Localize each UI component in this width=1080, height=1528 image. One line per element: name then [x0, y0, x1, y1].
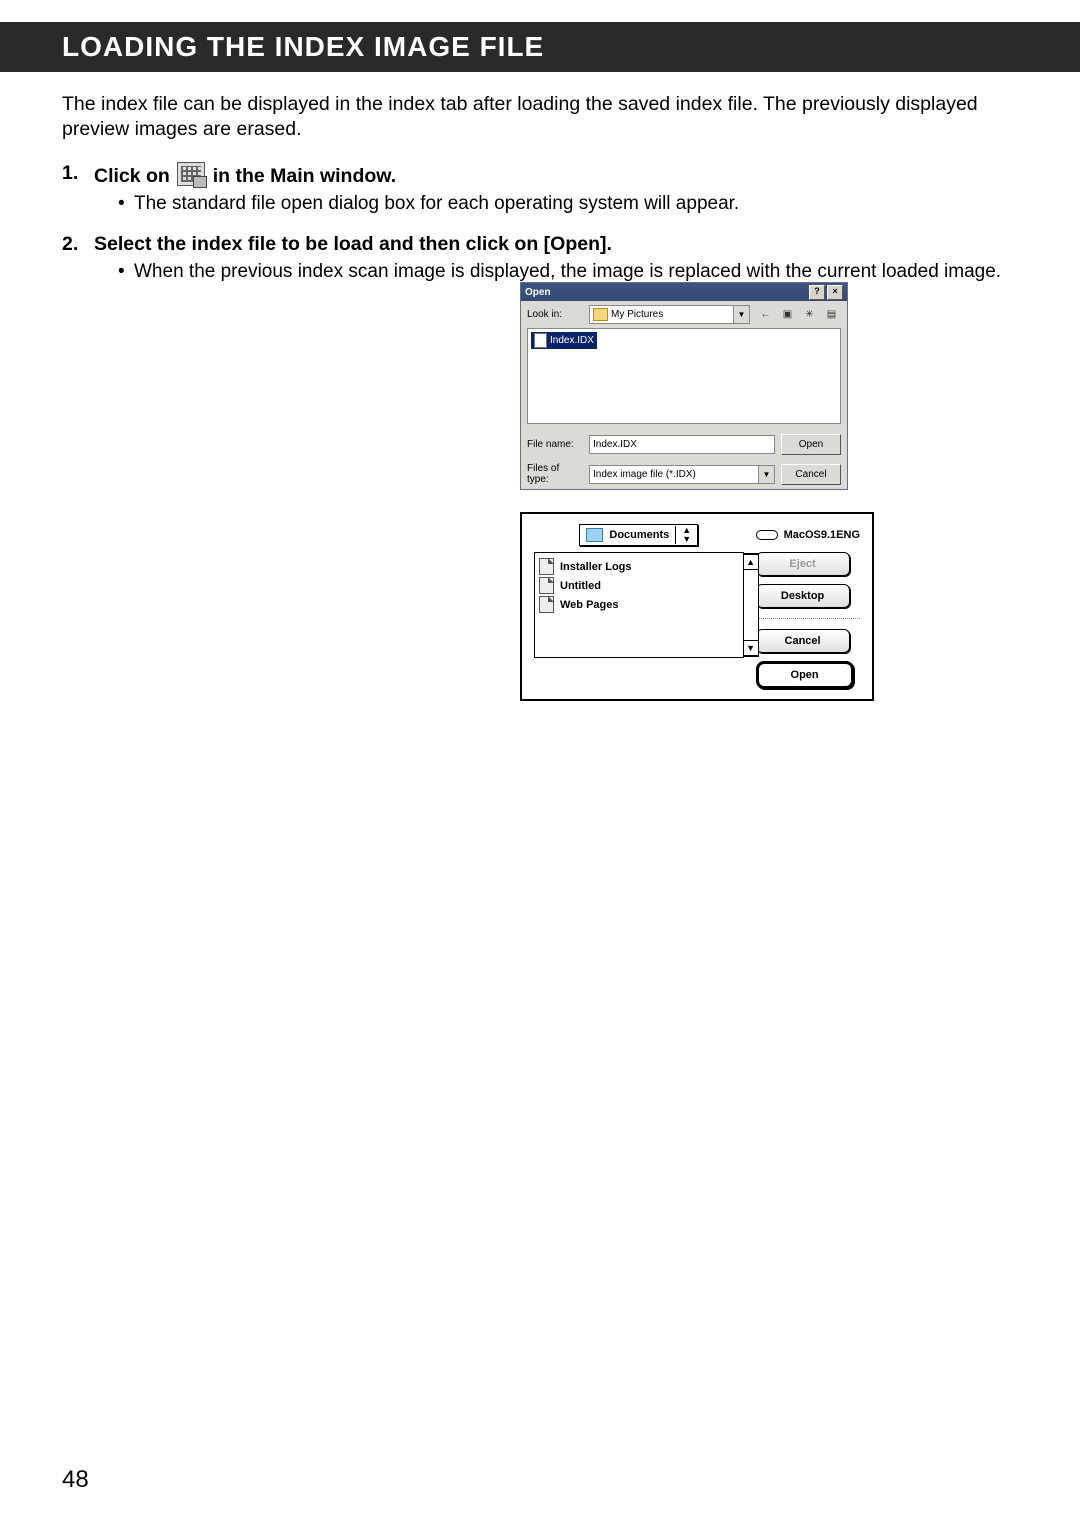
scroll-down-icon[interactable]: ▼: [744, 640, 758, 656]
new-folder-icon[interactable]: ✳: [800, 305, 819, 324]
list-item-label: Untitled: [560, 580, 601, 592]
step1-text-before: Click on: [94, 165, 175, 187]
cancel-button-label: Cancel: [785, 635, 821, 647]
document-icon: [534, 333, 547, 348]
cancel-button[interactable]: Cancel: [781, 464, 841, 485]
up-down-icon: ▲▼: [675, 526, 691, 544]
file-name-input[interactable]: Index.IDX: [589, 435, 775, 454]
chevron-down-icon[interactable]: ▼: [758, 466, 774, 483]
folder-icon: [593, 308, 608, 321]
file-name-value: Index.IDX: [593, 439, 637, 450]
eject-button-label: Eject: [789, 558, 815, 570]
eject-button[interactable]: Eject: [756, 552, 850, 576]
step2-bullet: When the previous index scan image is di…: [118, 260, 1018, 285]
disk-label: MacOS9.1ENG: [756, 524, 860, 546]
document-icon: [539, 558, 554, 575]
selected-file-item[interactable]: Index.IDX: [531, 332, 597, 349]
page-number: 48: [62, 1466, 89, 1494]
chevron-down-icon[interactable]: ▼: [733, 306, 749, 323]
desktop-button[interactable]: Desktop: [756, 584, 850, 608]
back-icon[interactable]: ←: [756, 305, 775, 324]
selected-file-label: Index.IDX: [550, 335, 594, 346]
folder-icon: [586, 528, 603, 542]
list-item[interactable]: Web Pages: [539, 595, 739, 614]
cancel-button-label: Cancel: [795, 469, 826, 480]
mac-file-list[interactable]: Installer Logs Untitled Web Pages ▲ ▼: [534, 552, 744, 658]
folder-popup[interactable]: Documents ▲▼: [579, 524, 698, 546]
close-button[interactable]: ×: [827, 285, 843, 300]
list-item[interactable]: Installer Logs: [539, 557, 739, 576]
page-title: LOADING THE INDEX IMAGE FILE: [0, 22, 1080, 72]
look-in-value: My Pictures: [611, 309, 663, 320]
step2-text: Select the index file to be load and the…: [94, 233, 1018, 256]
open-button[interactable]: Open: [756, 661, 854, 689]
open-button-label: Open: [799, 439, 823, 450]
step1-number: 1.: [62, 162, 94, 185]
file-list[interactable]: Index.IDX: [527, 328, 841, 424]
scrollbar[interactable]: ▲ ▼: [743, 553, 759, 657]
document-icon: [539, 577, 554, 594]
scroll-up-icon[interactable]: ▲: [744, 554, 758, 570]
views-icon[interactable]: ▤: [822, 305, 841, 324]
look-in-label: Look in:: [527, 309, 583, 320]
step1-bullet: The standard file open dialog box for ea…: [118, 192, 1018, 217]
windows-open-dialog: Open ? × Look in: My Pictures ▼ ← ▣ ✳ ▤: [520, 282, 848, 490]
document-icon: [539, 596, 554, 613]
files-of-type-label: Files of type:: [527, 463, 583, 485]
files-of-type-combo[interactable]: Index image file (*.IDX) ▼: [589, 465, 775, 484]
list-item-label: Web Pages: [560, 599, 619, 611]
open-button[interactable]: Open: [781, 434, 841, 455]
up-one-level-icon[interactable]: ▣: [778, 305, 797, 324]
mac-open-dialog: Documents ▲▼ MacOS9.1ENG Installer Logs …: [520, 512, 874, 701]
look-in-combo[interactable]: My Pictures ▼: [589, 305, 750, 324]
folder-popup-label: Documents: [609, 529, 669, 541]
list-item-label: Installer Logs: [560, 561, 632, 573]
cancel-button[interactable]: Cancel: [756, 629, 850, 653]
step1-text-after: in the Main window.: [213, 165, 396, 187]
help-button[interactable]: ?: [809, 285, 825, 300]
index-load-icon: [177, 162, 205, 186]
disk-name: MacOS9.1ENG: [784, 529, 860, 541]
disk-icon: [756, 530, 778, 540]
step2-number: 2.: [62, 233, 94, 256]
intro-text: The index file can be displayed in the i…: [62, 92, 1018, 143]
file-name-label: File name:: [527, 439, 583, 450]
desktop-button-label: Desktop: [781, 590, 824, 602]
list-item[interactable]: Untitled: [539, 576, 739, 595]
files-of-type-value: Index image file (*.IDX): [593, 469, 696, 480]
open-button-label: Open: [791, 669, 819, 681]
divider: [756, 618, 860, 619]
win-dialog-title: Open: [525, 287, 551, 298]
